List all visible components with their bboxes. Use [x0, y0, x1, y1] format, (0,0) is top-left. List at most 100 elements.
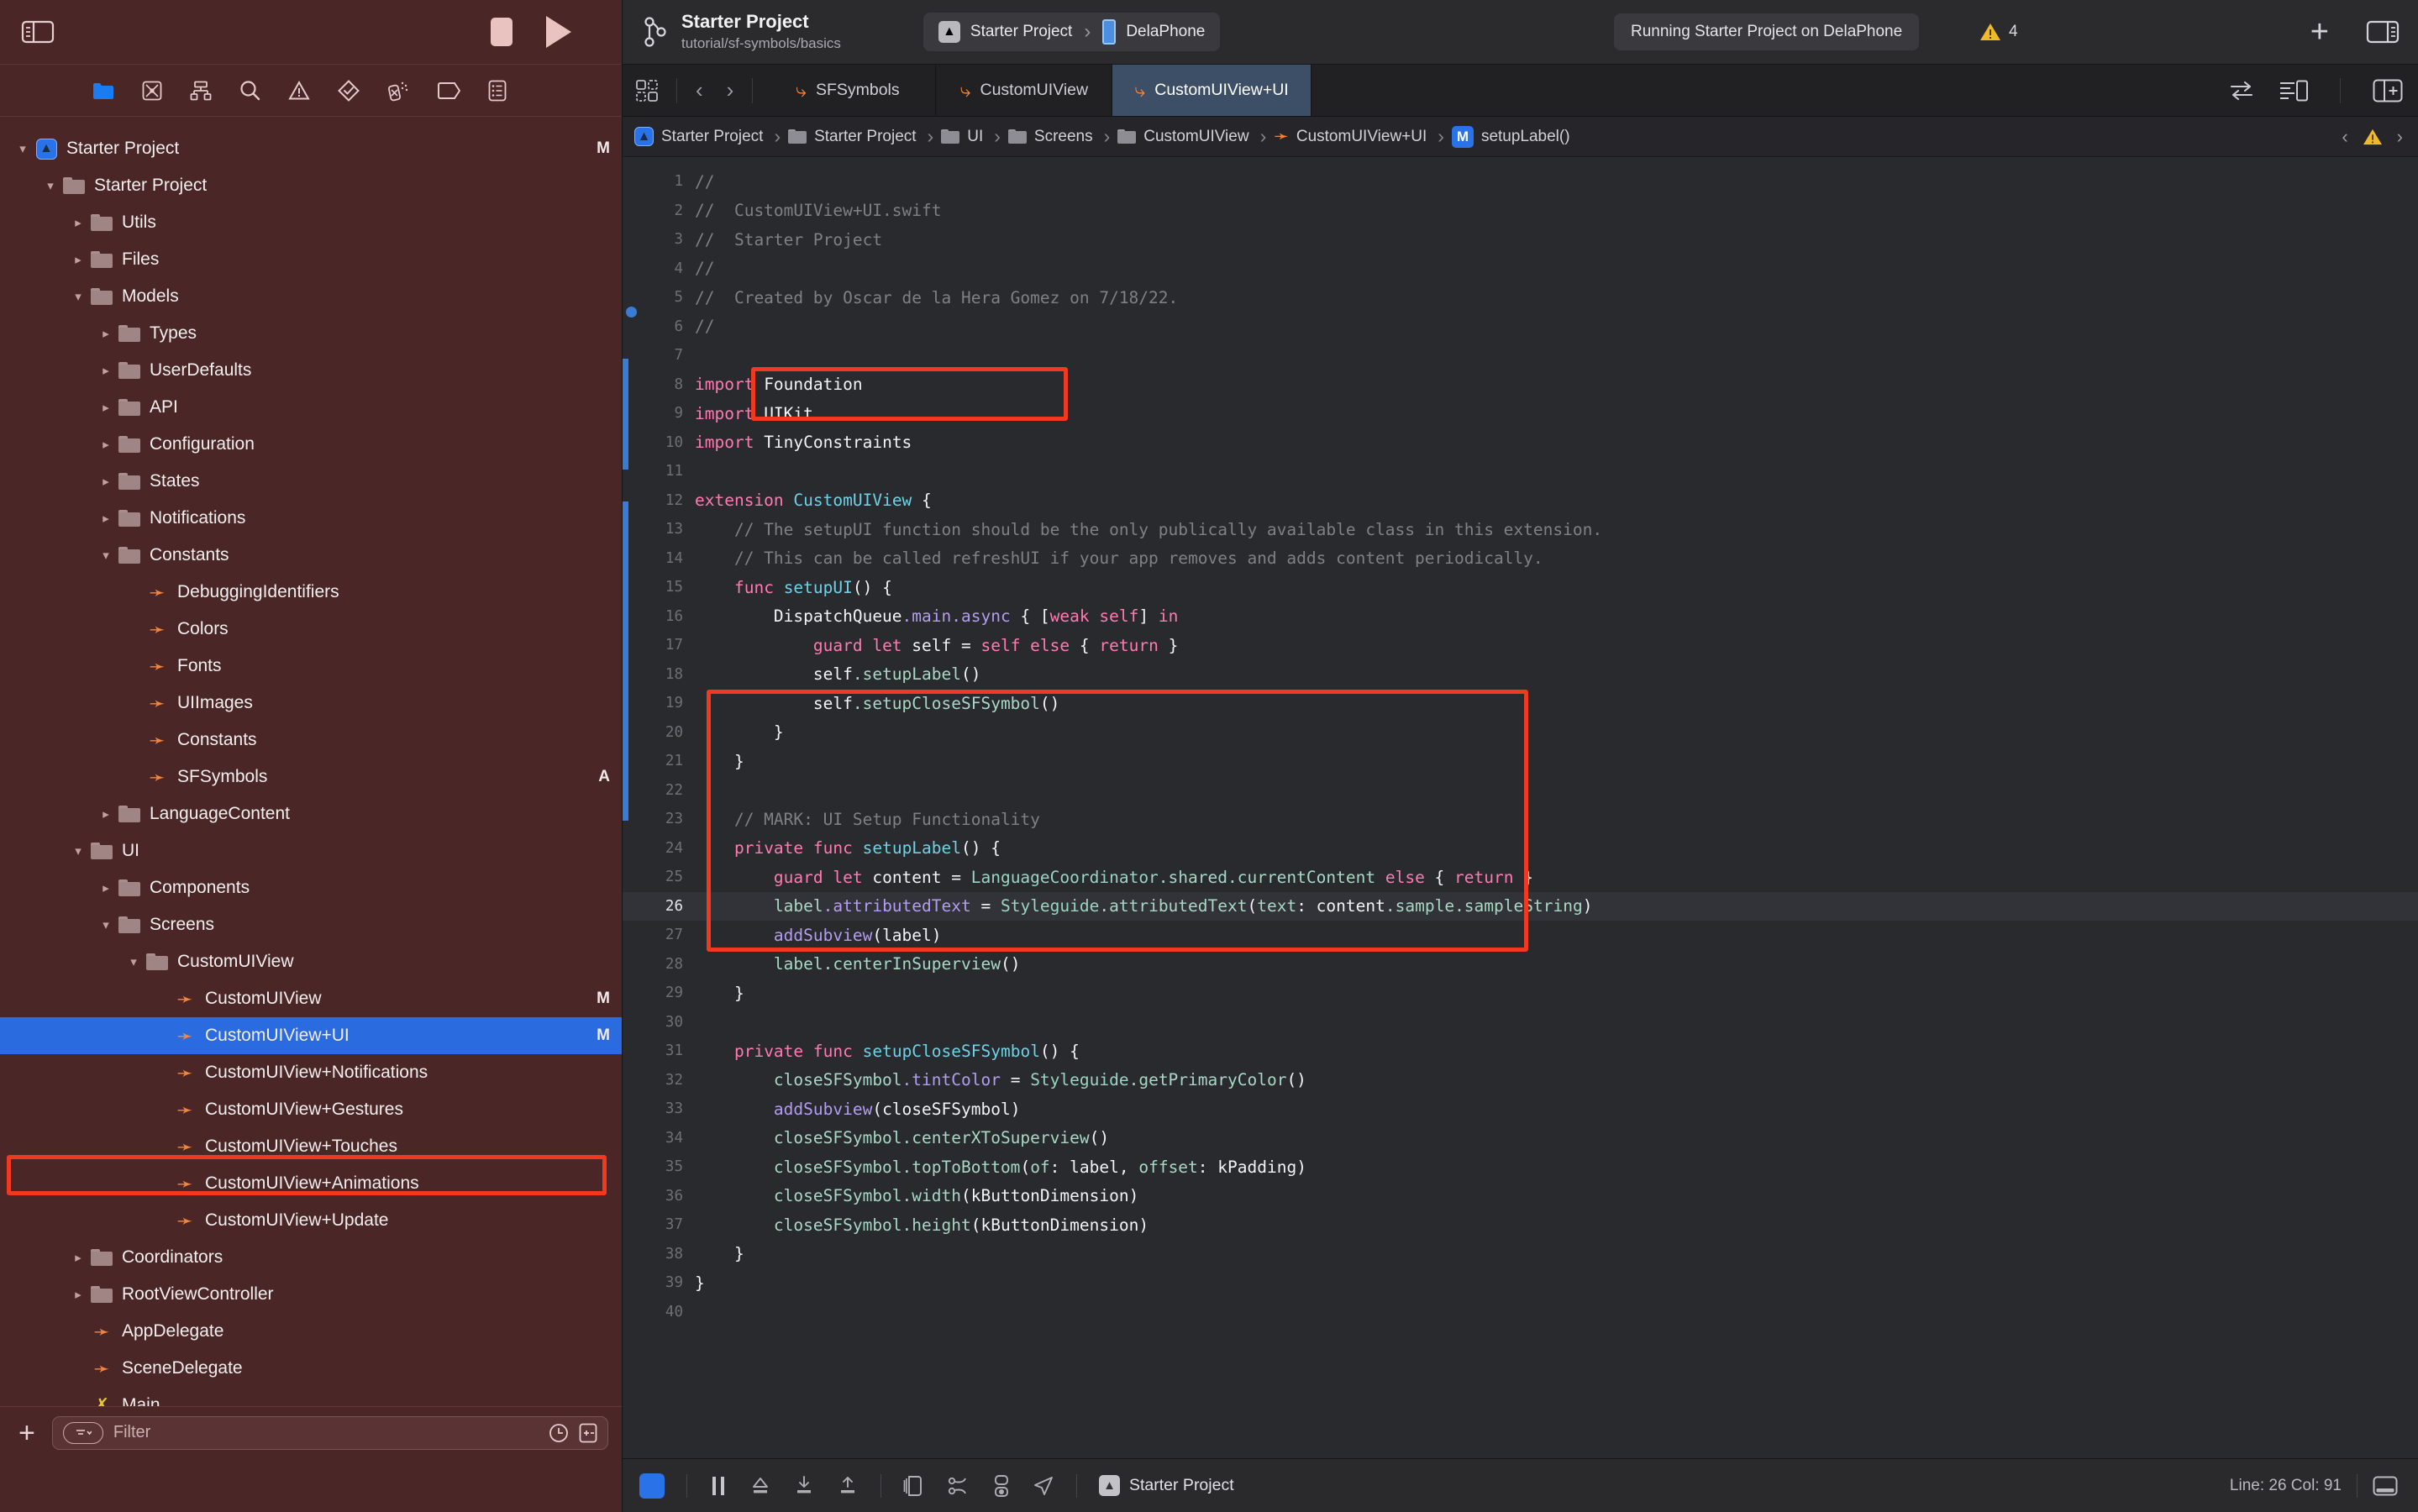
step-into-icon[interactable]	[793, 1475, 815, 1497]
code-line[interactable]: 26 label.attributedText = Styleguide.att…	[623, 891, 2418, 921]
tree-row-customuiview-notifications[interactable]: ➛ CustomUIView+Notifications	[0, 1054, 622, 1091]
issue-navigator-tab[interactable]	[288, 80, 310, 101]
activity-status-view[interactable]: Running Starter Project on DelaPhone	[1614, 13, 1920, 50]
filter-scope-icon[interactable]	[62, 1421, 103, 1444]
code-line[interactable]: 40	[623, 1298, 2418, 1327]
breadcrumb-item-setuplabel-[interactable]: MsetupLabel()	[1451, 125, 1574, 148]
code-lines[interactable]: 1 // 2 // CustomUIView+UI.swift 3 // Starter …	[623, 157, 2418, 1326]
chevron-right-icon[interactable]: ▸	[67, 1287, 89, 1302]
code-line[interactable]: 19 self.setupCloseSFSymbol()	[623, 689, 2418, 718]
breadcrumb-item-customuiview[interactable]: CustomUIView	[1117, 128, 1252, 146]
sidebar-right-icon[interactable]	[2366, 18, 2400, 45]
code-line[interactable]: 34 closeSFSymbol.centerXToSuperview()	[623, 1124, 2418, 1153]
tree-row-screens[interactable]: ▾ Screens	[0, 906, 622, 943]
breakpoint-navigator-tab[interactable]	[437, 81, 460, 100]
code-line[interactable]: 7	[623, 341, 2418, 370]
chevron-down-icon[interactable]: ▾	[67, 843, 89, 858]
chevron-down-icon[interactable]: ▾	[39, 178, 61, 193]
chevron-right-icon[interactable]: ›	[2397, 126, 2403, 148]
editor-tab-customuiview[interactable]: ⤷ CustomUIView	[936, 65, 1113, 116]
code-line[interactable]: 8 import Foundation	[623, 370, 2418, 400]
tree-row-userdefaults[interactable]: ▸ UserDefaults	[0, 352, 622, 389]
warning-indicator[interactable]: 4	[1979, 22, 2018, 42]
editor-tab-sfsymbols[interactable]: ⤷ SFSymbols	[760, 65, 937, 116]
step-out-icon[interactable]	[837, 1475, 859, 1497]
code-line[interactable]: 11	[623, 457, 2418, 486]
tree-row-scenedelegate[interactable]: ➛ SceneDelegate	[0, 1350, 622, 1387]
tree-row-constants[interactable]: ➛ Constants	[0, 722, 622, 759]
code-line[interactable]: 5 // Created by Oscar de la Hera Gomez on…	[623, 283, 2418, 312]
code-line[interactable]: 6 //	[623, 312, 2418, 342]
tree-row-customuiview[interactable]: ▾ CustomUIView	[0, 943, 622, 980]
tree-row-appdelegate[interactable]: ➛ AppDelegate	[0, 1313, 622, 1350]
test-navigator-tab[interactable]	[338, 79, 360, 102]
chevron-right-icon[interactable]: ▸	[95, 511, 117, 526]
continue-icon[interactable]	[639, 1473, 665, 1499]
source-control-navigator-tab[interactable]	[142, 81, 162, 101]
view-hierarchy-icon[interactable]	[903, 1474, 925, 1498]
code-line[interactable]: 36 closeSFSymbol.width(kButtonDimension)	[623, 1182, 2418, 1211]
code-line[interactable]: 14 // This can be called refreshUI if yo…	[623, 544, 2418, 574]
code-line[interactable]: 17 guard let self = self else { return }	[623, 631, 2418, 660]
code-line[interactable]: 16 DispatchQueue.main.async { [weak self…	[623, 602, 2418, 632]
code-line[interactable]: 21 }	[623, 747, 2418, 776]
code-line[interactable]: 38 }	[623, 1240, 2418, 1269]
code-line[interactable]: 32 closeSFSymbol.tintColor = Styleguide.…	[623, 1066, 2418, 1095]
symbol-navigator-tab[interactable]	[190, 81, 212, 101]
code-line[interactable]: 23 // MARK: UI Setup Functionality	[623, 805, 2418, 834]
tree-row-debuggingidentifiers[interactable]: ➛ DebuggingIdentifiers	[0, 574, 622, 611]
report-navigator-tab[interactable]	[488, 80, 507, 102]
breadcrumb-item-customuiview-ui[interactable]: ➛ CustomUIView+UI	[1274, 128, 1430, 146]
tree-row-customuiview[interactable]: ➛ CustomUIView M	[0, 980, 622, 1017]
tree-row-states[interactable]: ▸ States	[0, 463, 622, 500]
chevron-right-icon[interactable]: ▸	[67, 1250, 89, 1265]
add-editor-icon[interactable]	[2373, 79, 2403, 102]
code-line[interactable]: 29 }	[623, 979, 2418, 1008]
pause-icon[interactable]	[709, 1475, 728, 1497]
stop-icon[interactable]	[491, 18, 513, 46]
memory-graph-icon[interactable]	[947, 1475, 970, 1497]
minimap-icon[interactable]	[2279, 80, 2308, 102]
chevron-down-icon[interactable]: ▾	[95, 917, 117, 932]
project-file-tree[interactable]: ▾ ▲ Starter Project M ▾ Starter Project ▸ Utils…	[0, 117, 622, 1406]
tree-row-types[interactable]: ▸ Types	[0, 315, 622, 352]
tree-row-main[interactable]: ✗ Main	[0, 1387, 622, 1406]
code-line[interactable]: 12 extension CustomUIView {	[623, 486, 2418, 516]
tree-row-api[interactable]: ▸ API	[0, 389, 622, 426]
chevron-right-icon[interactable]: ▸	[95, 363, 117, 378]
chevron-right-icon[interactable]: ▸	[67, 252, 89, 267]
tree-row-constants[interactable]: ▾ Constants	[0, 537, 622, 574]
code-line[interactable]: 4 //	[623, 255, 2418, 284]
tree-row-customuiview-animations[interactable]: ➛ CustomUIView+Animations	[0, 1165, 622, 1202]
environment-overrides-icon[interactable]	[992, 1474, 1011, 1498]
tree-row-uiimages[interactable]: ➛ UIImages	[0, 685, 622, 722]
breakpoint-marker-icon[interactable]	[626, 307, 637, 318]
plus-icon[interactable]: +	[13, 1419, 40, 1447]
chevron-down-icon[interactable]: ▾	[123, 954, 145, 969]
chevron-right-icon[interactable]: ▸	[67, 215, 89, 230]
code-line[interactable]: 25 guard let content = LanguageCoordinat…	[623, 863, 2418, 892]
chevron-right-icon[interactable]: ▸	[95, 474, 117, 489]
breadcrumb-item-starter-project[interactable]: Starter Project	[788, 128, 919, 146]
tree-row-languagecontent[interactable]: ▸ LanguageContent	[0, 795, 622, 832]
step-over-icon[interactable]	[749, 1475, 771, 1497]
code-line[interactable]: 28 label.centerInSuperview()	[623, 950, 2418, 979]
code-line[interactable]: 22	[623, 776, 2418, 806]
code-line[interactable]: 2 // CustomUIView+UI.swift	[623, 197, 2418, 226]
scheme-info[interactable]: Starter Project tutorial/sf-symbols/basi…	[681, 11, 841, 53]
code-line[interactable]: 37 closeSFSymbol.height(kButtonDimension…	[623, 1210, 2418, 1240]
code-line[interactable]: 13 // The setupUI function should be the…	[623, 515, 2418, 544]
breadcrumb-item-screens[interactable]: Screens	[1007, 128, 1096, 146]
debug-process-selector[interactable]: ▲ Starter Project	[1099, 1475, 1234, 1496]
breadcrumb-item-ui[interactable]: UI	[941, 128, 986, 146]
tree-row-utils[interactable]: ▸ Utils	[0, 204, 622, 241]
tree-row-starter-project[interactable]: ▾ ▲ Starter Project M	[0, 130, 622, 167]
find-navigator-tab[interactable]	[239, 80, 260, 101]
tree-row-components[interactable]: ▸ Components	[0, 869, 622, 906]
project-navigator-tab[interactable]	[92, 81, 114, 100]
breadcrumb[interactable]: ▲ Starter Project › Starter Project › UI › Scre…	[623, 117, 2418, 157]
tree-row-ui[interactable]: ▾ UI	[0, 832, 622, 869]
code-line[interactable]: 18 self.setupLabel()	[623, 660, 2418, 690]
tree-row-coordinators[interactable]: ▸ Coordinators	[0, 1239, 622, 1276]
code-editor-canvas[interactable]: 1 // 2 // CustomUIView+UI.swift 3 // Starter …	[623, 157, 2418, 1458]
